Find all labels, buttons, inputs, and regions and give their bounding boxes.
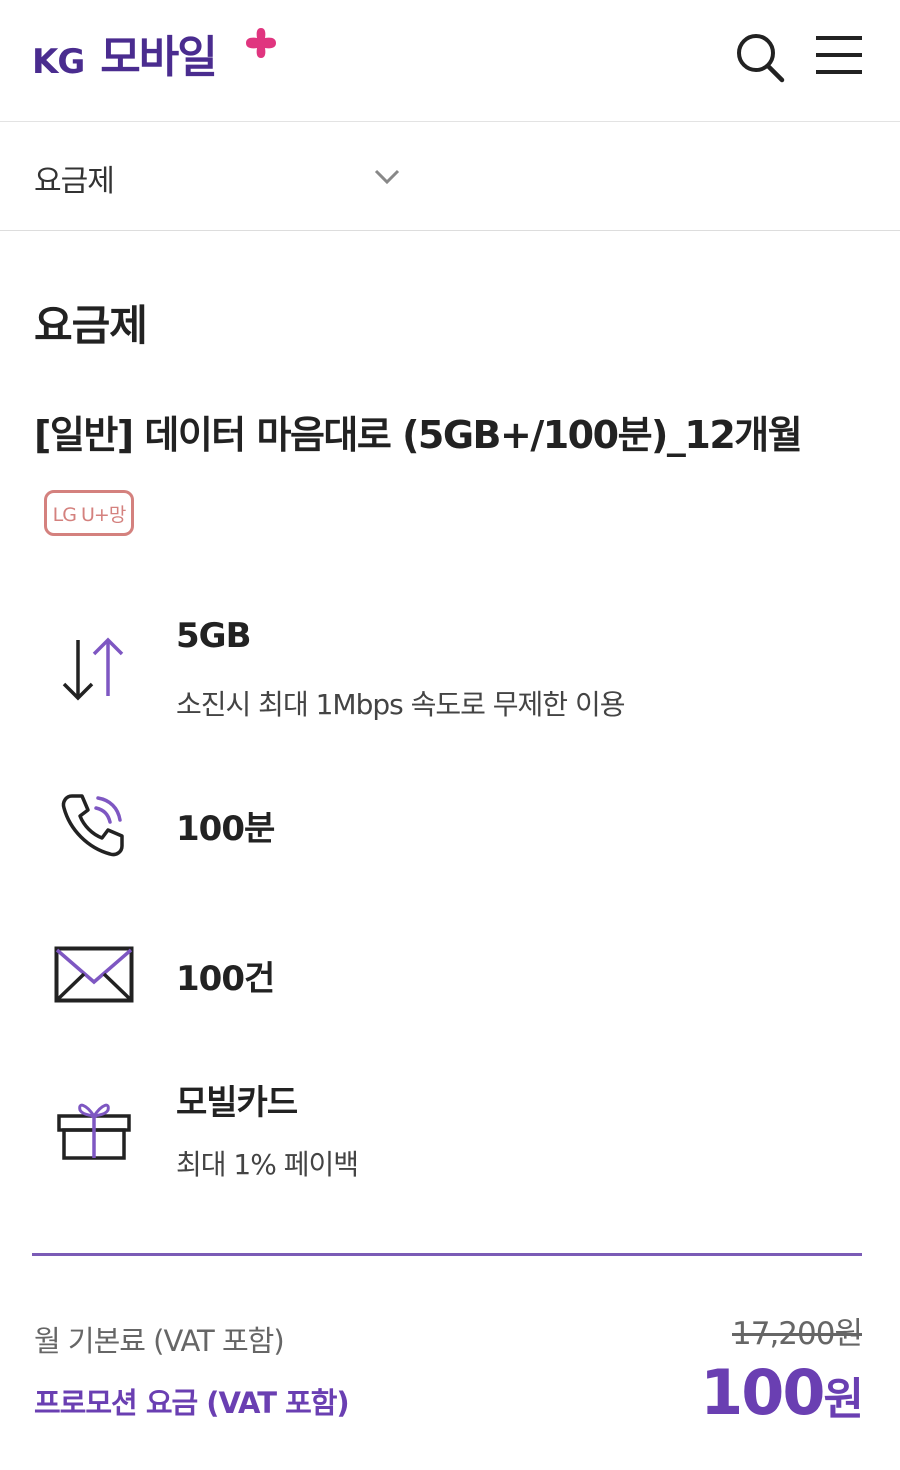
phone-icon (61, 794, 124, 857)
feature-sms-title: 100건 (176, 959, 275, 999)
logo-name-text: 모바일 (100, 32, 217, 83)
logo-kg-text: KG (32, 42, 85, 82)
page-title: 요금제 (34, 301, 148, 350)
feature-calls-title: 100분 (176, 809, 275, 849)
category-dropdown-label: 요금제 (34, 164, 115, 199)
feature-card-desc: 최대 1% 페이백 (176, 1148, 359, 1181)
category-dropdown[interactable]: 요금제 (0, 122, 900, 231)
feature-card-title: 모빌카드 (176, 1083, 298, 1123)
base-fee-label: 월 기본료 (VAT 포함) (34, 1324, 285, 1358)
hamburger-menu-icon (816, 36, 862, 74)
menu-button[interactable] (812, 30, 866, 84)
promo-fee-amount: 100 (700, 1356, 825, 1429)
logo-plus-icon (246, 28, 276, 58)
promo-fee-unit: 원 (823, 1374, 865, 1425)
feature-data-desc: 소진시 최대 1Mbps 속도로 무제한 이용 (176, 688, 625, 721)
data-arrows-icon (62, 637, 124, 701)
plan-name: [일반] 데이터 마음대로 (5GB+/100분)_12개월 (34, 413, 803, 457)
envelope-icon (54, 946, 134, 1003)
promo-fee-label: 프로모션 요금 (VAT 포함) (34, 1386, 350, 1420)
promo-fee-price: 100원 (700, 1356, 865, 1429)
search-icon (737, 34, 785, 83)
base-fee-price: 17,200원 (732, 1316, 863, 1352)
network-badge: LG U+망 (44, 490, 134, 536)
price-divider (32, 1253, 862, 1256)
kg-mobile-logo[interactable]: KG 모바일 (32, 24, 276, 84)
search-button[interactable] (732, 30, 786, 84)
chevron-down-icon (374, 169, 400, 185)
top-header: KG 모바일 (0, 0, 900, 122)
gift-icon (57, 1103, 131, 1160)
feature-data-title: 5GB (176, 616, 251, 656)
